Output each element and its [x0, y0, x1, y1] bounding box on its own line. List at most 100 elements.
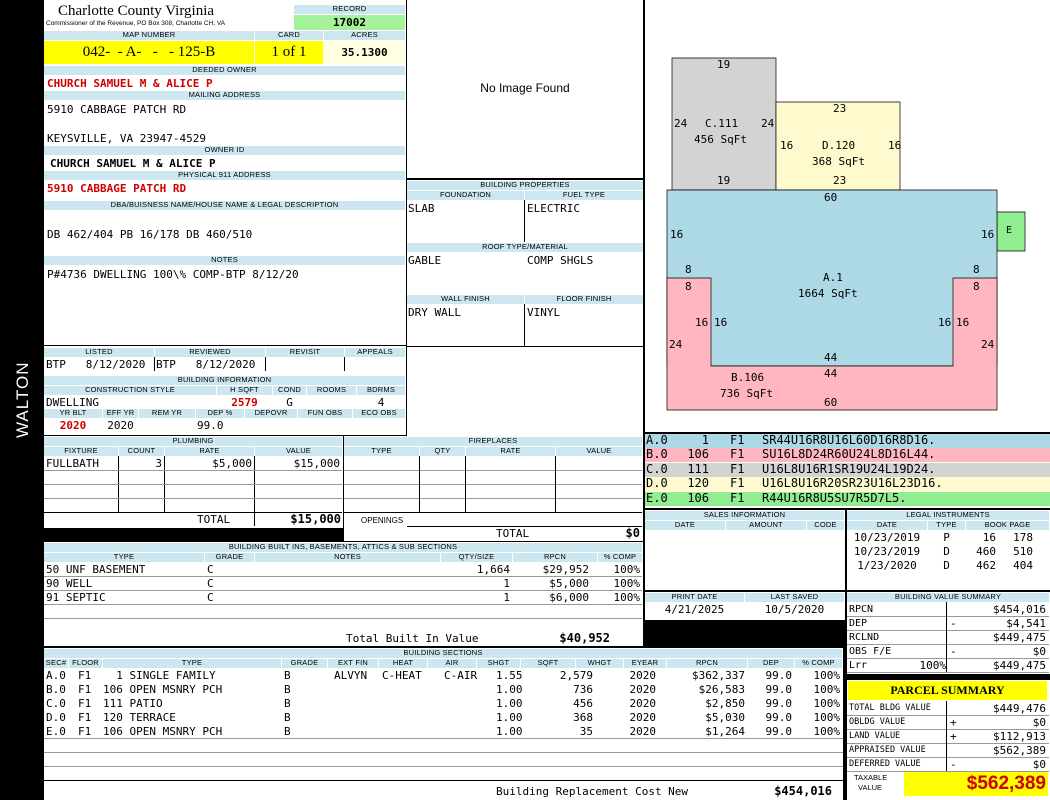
revisit-label: REVISIT	[266, 348, 344, 357]
dim-a-il16: 16	[714, 316, 728, 329]
builtin-grade: C	[207, 577, 214, 590]
yrblt-label: YR BLT	[44, 409, 102, 418]
vector-code: R44U16R8U5SU7R5D7L5.	[762, 490, 907, 505]
parcel-value: $0	[1032, 716, 1046, 729]
vector-num: 120	[687, 476, 709, 491]
built-in-total-value: $40,952	[559, 631, 610, 645]
sketch-b-sqft: 736 SqFt	[720, 387, 773, 400]
taxable-label-2: VALUE	[858, 783, 883, 792]
builtin-comp: 100%	[613, 563, 641, 576]
builtin-comp: 100%	[613, 577, 641, 590]
wall-value: DRY WALL	[408, 306, 461, 319]
section-col-header: % COMP	[795, 659, 842, 668]
section-sec: C.0	[46, 697, 66, 710]
map-number-value: 042- - A- - - 125-B	[44, 41, 254, 64]
section-eyear: 2020	[629, 725, 657, 738]
deeded-owner-value: CHURCH SAMUEL M & ALICE P	[47, 77, 213, 90]
record-number: 17002	[294, 15, 405, 30]
cond-label: COND	[273, 386, 306, 395]
value-summary-label: DEP	[849, 618, 868, 629]
dim-b-left: 24	[669, 338, 683, 351]
print-date-label: PRINT DATE	[645, 593, 744, 602]
dba-label: DBA/BUISNESS NAME/HOUSE NAME & LEGAL DES…	[44, 201, 405, 210]
section-sec: D.0	[46, 711, 66, 724]
sales-col-amount: AMOUNT	[726, 521, 806, 530]
dim-c-right: 24	[761, 117, 775, 130]
section-eyear: 2020	[629, 697, 657, 710]
remyr-label: REM YR	[139, 409, 195, 418]
section-col-header: SEC#	[44, 659, 68, 668]
building-sections-title: BUILDING SECTIONS	[44, 649, 842, 658]
fireplaces-total-value: $0	[625, 526, 640, 540]
vector-num: 1	[701, 433, 709, 447]
section-shgt: 1.00	[496, 683, 523, 696]
section-floor: F1	[78, 669, 92, 682]
record-label: RECORD	[294, 5, 405, 14]
builtin-type: 90 WELL	[46, 577, 93, 590]
section-col-header: EYEAR	[624, 659, 666, 668]
dim-c-bottom: 19	[717, 174, 731, 187]
dim-b-r8: 8	[973, 280, 980, 293]
col-divider	[946, 701, 947, 771]
wall-label: WALL FINISH	[407, 295, 524, 304]
section-heat: C-HEAT	[382, 669, 422, 682]
vector-code: U16L8U16R20SR23U16L23D16.	[762, 476, 943, 491]
plumbing-value: $15,000	[293, 457, 340, 470]
acres-value: 35.1300	[324, 41, 405, 64]
row-divider	[847, 672, 1049, 673]
legal-date: 10/23/2019	[853, 531, 921, 544]
foundation-value: SLAB	[408, 202, 435, 215]
floor-value: VINYL	[527, 306, 561, 319]
sketch-vectors: A.0 1 F1 SR44U16R8U16L60D16R8D16. B.0 106 F1 SU…	[645, 434, 1050, 508]
section-comp: 100%	[813, 669, 841, 682]
sketch-a-sqft: 1664 SqFt	[798, 287, 858, 300]
parcel-sign: +	[950, 730, 957, 743]
section-floor: F1	[78, 683, 92, 696]
value-summary-label: OBS F/E	[849, 646, 892, 657]
sketch-e-label: E	[1006, 225, 1013, 236]
deeded-owner-label: DEEDED OWNER	[44, 66, 405, 75]
building-sketch	[666, 57, 1026, 411]
physical-address-value: 5910 CABBAGE PATCH RD	[47, 182, 187, 195]
dim-d-top: 23	[833, 102, 847, 115]
section-sqft: 368	[573, 711, 593, 724]
taxable-value: $562,389	[904, 772, 1048, 796]
dim-b-bottom: 60	[824, 396, 838, 409]
row-divider	[44, 590, 642, 591]
vector-num: 111	[687, 461, 709, 476]
section-type: 120 TERRACE	[103, 711, 176, 724]
dim-b-top: 44	[824, 367, 838, 380]
plumbing-col-rate: RATE	[165, 447, 254, 456]
dim-a-top: 60	[824, 191, 838, 204]
section-sec: E.0	[46, 725, 66, 738]
legal-page: 178	[1013, 531, 1033, 544]
section-col-header: DEP	[748, 659, 794, 668]
effyr-value: 2020	[107, 419, 134, 432]
section-comp: 100%	[813, 725, 841, 738]
section-sqft: 35	[579, 725, 593, 738]
dep-label: DEP %	[196, 409, 244, 418]
reviewed-value: BTP 8/12/2020	[156, 358, 256, 371]
builtin-type: 91 SEPTIC	[46, 591, 106, 604]
section-shgt: 1.00	[496, 725, 523, 738]
dep-value: 99.0	[197, 419, 224, 432]
section-col-header: RPCN	[667, 659, 747, 668]
section-col-header: TYPE	[103, 659, 281, 668]
builtins-col-rpcn: RPCN	[513, 553, 597, 562]
vector-sec: C.0	[646, 461, 668, 476]
parcel-value: $562,389	[993, 744, 1046, 757]
parcel-sign: +	[950, 716, 957, 729]
county-title: Charlotte County Virginia	[58, 3, 215, 19]
section-floor: F1	[78, 725, 92, 738]
builtin-comp: 100%	[613, 591, 641, 604]
section-shgt: 1.55	[496, 669, 523, 682]
vector-floor: F1	[730, 447, 745, 462]
hsqft-value: 2579	[231, 396, 258, 409]
section-rpcn: $2,850	[705, 697, 745, 710]
parcel-label: TOTAL BLDG VALUE	[849, 703, 931, 713]
vector-sec: B.0	[646, 447, 668, 462]
style-value: DWELLING	[46, 396, 99, 409]
dim-d-right: 16	[888, 139, 902, 152]
builtins-col-grade: GRADE	[205, 553, 254, 562]
section-floor: F1	[78, 711, 92, 724]
